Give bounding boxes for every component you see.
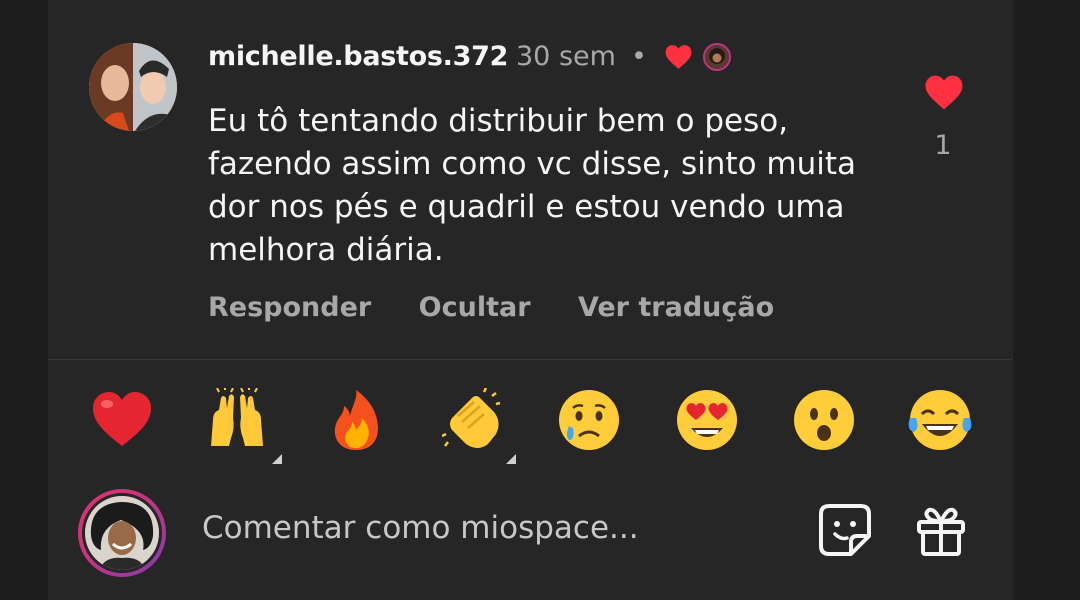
skin-tone-indicator-icon xyxy=(506,454,516,464)
comment-username[interactable]: michelle.bastos.372 xyxy=(208,40,508,74)
heart-emoji[interactable] xyxy=(90,388,154,452)
heart-eyes-emoji[interactable] xyxy=(675,388,739,452)
tears-of-joy-emoji[interactable] xyxy=(908,388,972,452)
clapping-hands-emoji[interactable] xyxy=(441,387,506,452)
author-liked-heart-icon xyxy=(665,45,692,69)
crying-face-emoji[interactable] xyxy=(557,388,621,452)
divider xyxy=(48,359,1013,360)
comment-input[interactable]: Comentar como miospace... xyxy=(202,508,762,548)
comment-time: 30 sem xyxy=(516,41,616,72)
sticker-icon[interactable] xyxy=(817,502,873,558)
gift-icon[interactable] xyxy=(913,502,969,558)
separator-dot: • xyxy=(631,41,647,72)
commenter-avatar[interactable] xyxy=(89,43,177,131)
reply-button[interactable]: Responder xyxy=(208,292,371,323)
translate-button[interactable]: Ver tradução xyxy=(578,292,774,323)
like-heart-icon[interactable] xyxy=(923,74,965,111)
author-mini-avatar xyxy=(703,43,731,71)
like-count: 1 xyxy=(934,130,952,161)
comment-text: Eu tô tentando distribuir bem o peso, fa… xyxy=(208,103,857,268)
hide-button[interactable]: Ocultar xyxy=(419,292,531,323)
raising-hands-emoji[interactable] xyxy=(205,386,269,452)
my-avatar[interactable] xyxy=(78,489,166,577)
comment-actions: Responder Ocultar Ver tradução xyxy=(208,291,812,325)
skin-tone-indicator-icon xyxy=(272,454,282,464)
surprised-face-emoji[interactable] xyxy=(792,388,856,452)
fire-emoji[interactable] xyxy=(324,388,388,452)
